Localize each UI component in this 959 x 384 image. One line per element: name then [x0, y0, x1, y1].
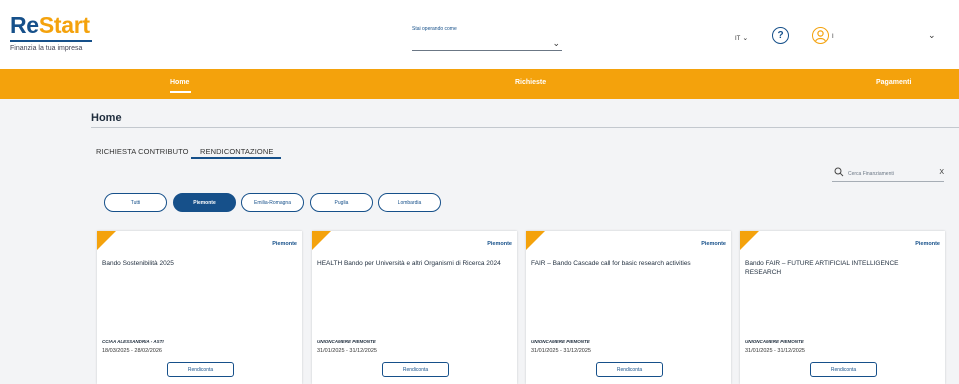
language-selector[interactable]: IT ⌄ — [735, 34, 748, 42]
rendiconta-button[interactable]: Rendiconta — [382, 362, 449, 377]
card-entity: UNIONCAMERE PIEMONTE — [745, 339, 804, 344]
tab-richiesta-contributo[interactable]: RICHIESTA CONTRIBUTO — [96, 147, 189, 156]
card-corner-accent — [97, 231, 116, 250]
tab-active-indicator — [191, 157, 281, 159]
chevron-down-icon: ⌄ — [742, 35, 749, 42]
help-icon[interactable]: ? — [772, 27, 789, 44]
logo-wordmark: ReStart — [10, 14, 92, 37]
card-title: FAIR – Bando Cascade call for basic rese… — [531, 260, 691, 267]
rendiconta-button[interactable]: Rendiconta — [810, 362, 877, 377]
filter-puglia[interactable]: Puglia — [310, 193, 373, 212]
card-corner-accent — [526, 231, 545, 250]
user-menu-chevron-icon[interactable]: ⌄ — [928, 30, 936, 41]
filter-piemonte[interactable]: Piemonte — [173, 193, 236, 212]
card-region: Piemonte — [272, 241, 297, 247]
language-code: IT — [735, 36, 741, 42]
logo-rule — [10, 40, 92, 42]
filter-lombardia[interactable]: Lombardia — [378, 193, 441, 212]
rendiconta-button[interactable]: Rendiconta — [167, 362, 234, 377]
app-header: ReStart Finanzia la tua impresa Stai ope… — [0, 0, 959, 69]
search-placeholder: Cerca Finanziamenti — [848, 171, 894, 177]
user-avatar-icon[interactable] — [812, 27, 829, 44]
card-entity: UNIONCAMERE PIEMONTE — [531, 339, 590, 344]
clear-search-button[interactable]: X — [939, 169, 944, 176]
search-icon — [834, 167, 844, 177]
filter-emilia-romagna[interactable]: Emilia-Romagna — [241, 193, 304, 212]
nav-richieste[interactable]: Richieste — [515, 79, 546, 86]
card-title: Bando Sostenibilità 2025 — [102, 260, 174, 267]
chevron-down-icon: ⌄ — [552, 38, 560, 48]
card-dates: 31/01/2025 - 31/12/2025 — [531, 348, 591, 354]
card-region: Piemonte — [487, 241, 512, 247]
page-title: Home — [91, 112, 122, 124]
search-field[interactable]: Cerca Finanziamenti X — [832, 167, 944, 182]
card-dates: 31/01/2025 - 31/12/2025 — [745, 348, 805, 354]
nav-active-indicator — [170, 91, 191, 93]
logo-start: Start — [38, 12, 90, 38]
filter-tutti[interactable]: Tutti — [104, 193, 167, 212]
bando-card: Piemonte FAIR – Bando Cascade call for b… — [526, 231, 731, 384]
user-name: I — [832, 34, 834, 40]
title-divider — [91, 127, 959, 128]
logo-re: Re — [10, 12, 39, 38]
nav-pagamenti[interactable]: Pagamenti — [876, 79, 911, 86]
restart-logo[interactable]: ReStart Finanzia la tua impresa — [10, 14, 92, 52]
logo-tagline: Finanzia la tua impresa — [10, 45, 83, 52]
help-symbol: ? — [777, 29, 784, 41]
user-icon — [814, 30, 827, 42]
bando-card: Piemonte Bando FAIR – FUTURE ARTIFICIAL … — [740, 231, 945, 384]
card-corner-accent — [740, 231, 759, 250]
tab-rendicontazione[interactable]: RENDICONTAZIONE — [200, 147, 273, 156]
operating-as-select[interactable]: ⌄ — [412, 38, 562, 51]
bando-card: Piemonte Bando Sostenibilità 2025 CCIAA … — [97, 231, 302, 384]
card-dates: 18/03/2025 - 28/02/2026 — [102, 348, 162, 354]
card-entity: UNIONCAMERE PIEMONTE — [317, 339, 376, 344]
operating-as-label: Stai operando come — [412, 26, 457, 32]
card-region: Piemonte — [701, 241, 726, 247]
main-nav: Home Richieste Pagamenti — [0, 69, 959, 99]
card-title: HEALTH Bando per Università e altri Orga… — [317, 260, 501, 267]
operating-as: Stai operando come ⌄ — [412, 26, 562, 51]
card-dates: 31/01/2025 - 31/12/2025 — [317, 348, 377, 354]
card-region: Piemonte — [915, 241, 940, 247]
bando-card: Piemonte HEALTH Bando per Università e a… — [312, 231, 517, 384]
nav-home[interactable]: Home — [170, 79, 189, 86]
card-entity: CCIAA ALESSANDRIA - ASTI — [102, 339, 164, 344]
card-corner-accent — [312, 231, 331, 250]
rendiconta-button[interactable]: Rendiconta — [596, 362, 663, 377]
card-title: Bando FAIR – FUTURE ARTIFICIAL INTELLIGE… — [745, 260, 899, 276]
